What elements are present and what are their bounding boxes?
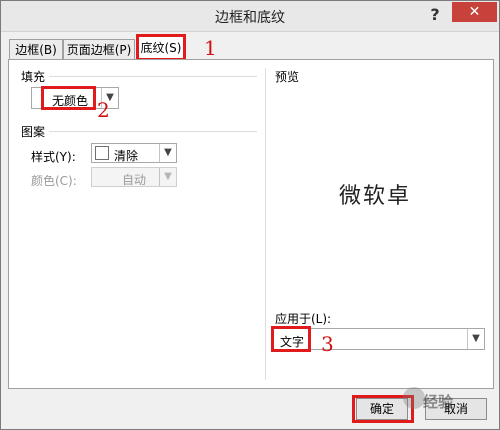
color-swatch [95,146,109,160]
pattern-style-label: 样式(Y): [31,150,76,164]
dialog-window: 边框和底纹 ? ✕ 边框(B) 页面边框(P) 底纹(S) 1 填充 无颜色 ▼… [0,0,500,430]
fill-highlight-box [41,86,96,110]
pattern-style-dropdown[interactable]: 清除 ▼ [91,143,177,163]
close-button[interactable]: ✕ [452,2,497,22]
preview-sample-text: 微软卓 [338,184,411,209]
apply-highlight-box [271,326,311,352]
pattern-group-label: 图案 [21,125,46,139]
step-marker-1: 1 [204,36,217,60]
help-button[interactable]: ? [423,4,447,26]
pattern-color-label: 颜色(C): [31,174,77,188]
watermark-text: 经验 [423,393,454,411]
pattern-color-dropdown[interactable]: 自动 ▼ [91,167,177,187]
apply-to-label: 应用于(L): [275,312,332,326]
shading-panel: 填充 无颜色 ▼ 2 图案 样式(Y): 清除 ▼ 颜色(C): 自动 ▼ 预览… [8,59,494,389]
chevron-down-icon[interactable]: ▼ [159,168,176,186]
tab-highlight-box [136,34,186,61]
preview-label: 预览 [275,70,300,84]
panel-divider [265,68,266,380]
watermark-paw-icon [403,387,425,409]
fill-divider [49,76,257,77]
title-bar: 边框和底纹 ? ✕ [1,1,499,32]
chevron-down-icon[interactable]: ▼ [467,329,484,349]
fill-group-label: 填充 [21,70,46,84]
tab-borders[interactable]: 边框(B) [9,39,63,59]
step-marker-2: 2 [97,98,110,122]
pattern-color-value: 自动 [122,173,147,187]
pattern-divider [49,131,257,132]
pattern-style-value: 清除 [114,149,139,163]
step-marker-3: 3 [321,332,334,356]
chevron-down-icon[interactable]: ▼ [159,144,176,162]
tab-page-borders[interactable]: 页面边框(P) [63,39,135,59]
